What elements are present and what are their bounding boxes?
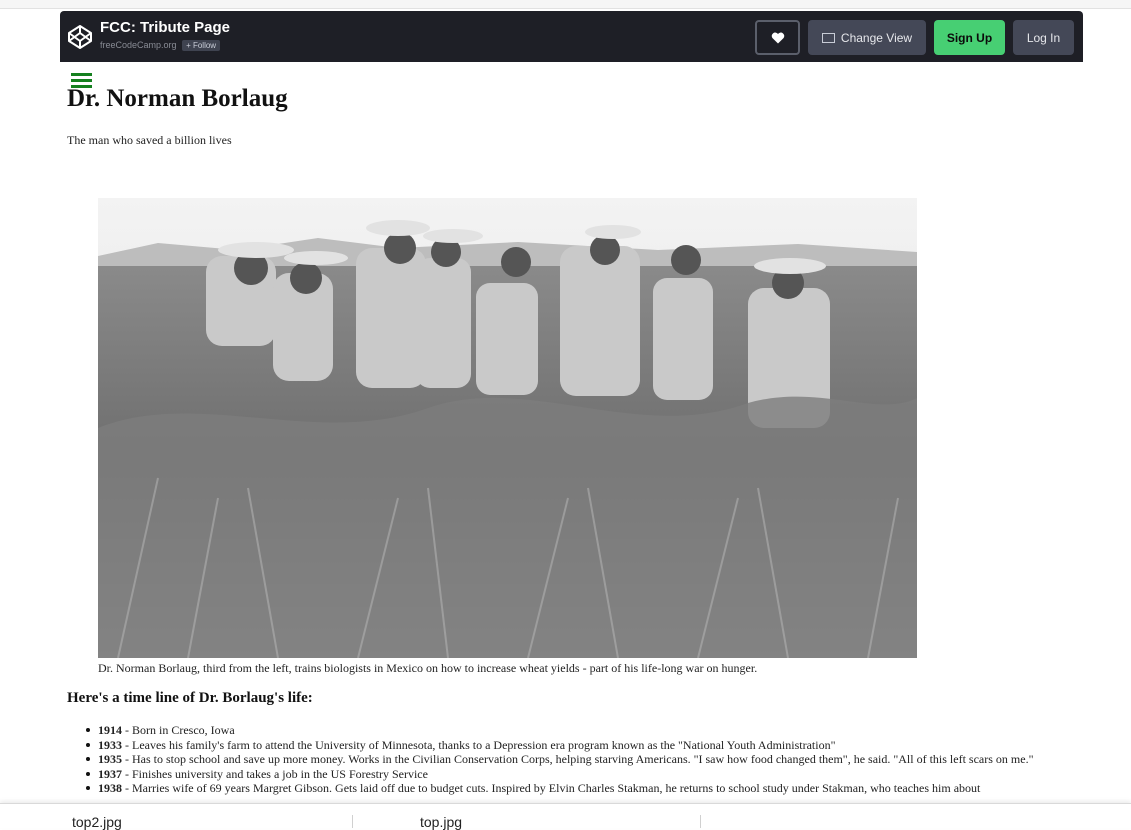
log-in-button[interactable]: Log In [1013, 20, 1074, 55]
timeline-item: 1933 - Leaves his family's farm to atten… [86, 737, 1083, 753]
pen-title[interactable]: FCC: Tribute Page [100, 19, 230, 36]
timeline-item: 1935 - Has to stop school and save up mo… [86, 752, 1083, 767]
timeline-text: - Leaves his family's farm to attend the… [122, 737, 836, 752]
sign-up-button[interactable]: Sign Up [934, 20, 1005, 55]
timeline-item: 1914 - Born in Cresco, Iowa [86, 723, 1083, 738]
timeline-year: 1937 [98, 766, 122, 781]
timeline-item: 1937 - Finishes university and takes a j… [86, 766, 1083, 782]
heart-icon [771, 32, 784, 43]
pen-author-line: freeCodeCamp.org + Follow [100, 40, 221, 51]
timeline-year: 1935 [98, 752, 122, 766]
tribute-photo [98, 198, 917, 658]
timeline-text: - Marries wife of 69 years Margret Gibso… [122, 781, 981, 795]
download-divider [352, 815, 353, 828]
download-item-top2[interactable]: top2.jpg [72, 804, 122, 830]
photo-caption: Dr. Norman Borlaug, third from the left,… [98, 661, 758, 675]
page-title: Dr. Norman Borlaug [67, 85, 288, 112]
browser-top-edge [0, 0, 1131, 9]
timeline-year: 1914 [98, 723, 122, 737]
timeline-item: 1938 - Marries wife of 69 years Margret … [86, 781, 1083, 796]
timeline-year: 1933 [98, 737, 122, 752]
timeline-text: - Born in Cresco, Iowa [122, 723, 235, 737]
download-item-top[interactable]: top.jpg [420, 804, 462, 830]
heart-button[interactable] [755, 20, 800, 55]
download-divider [700, 815, 701, 828]
layout-icon [821, 32, 835, 43]
follow-button[interactable]: + Follow [182, 40, 221, 51]
change-view-label: Change View [840, 30, 913, 45]
timeline-list: 1914 - Born in Cresco, Iowa 1933 - Leave… [86, 723, 1083, 796]
pen-author[interactable]: freeCodeCamp.org [100, 40, 177, 50]
downloads-bar: top2.jpg top.jpg [0, 803, 1131, 830]
timeline-text: - Has to stop school and save up more mo… [122, 752, 1034, 766]
timeline-year: 1938 [98, 781, 122, 795]
change-view-button[interactable]: Change View [808, 20, 926, 55]
page-tagline: The man who saved a billion lives [67, 133, 232, 147]
timeline-text: - Finishes university and takes a job in… [122, 766, 428, 781]
codepen-logo-icon[interactable] [66, 23, 94, 51]
timeline-heading: Here's a time line of Dr. Borlaug's life… [67, 690, 313, 706]
codepen-header: FCC: Tribute Page freeCodeCamp.org + Fol… [60, 11, 1083, 62]
